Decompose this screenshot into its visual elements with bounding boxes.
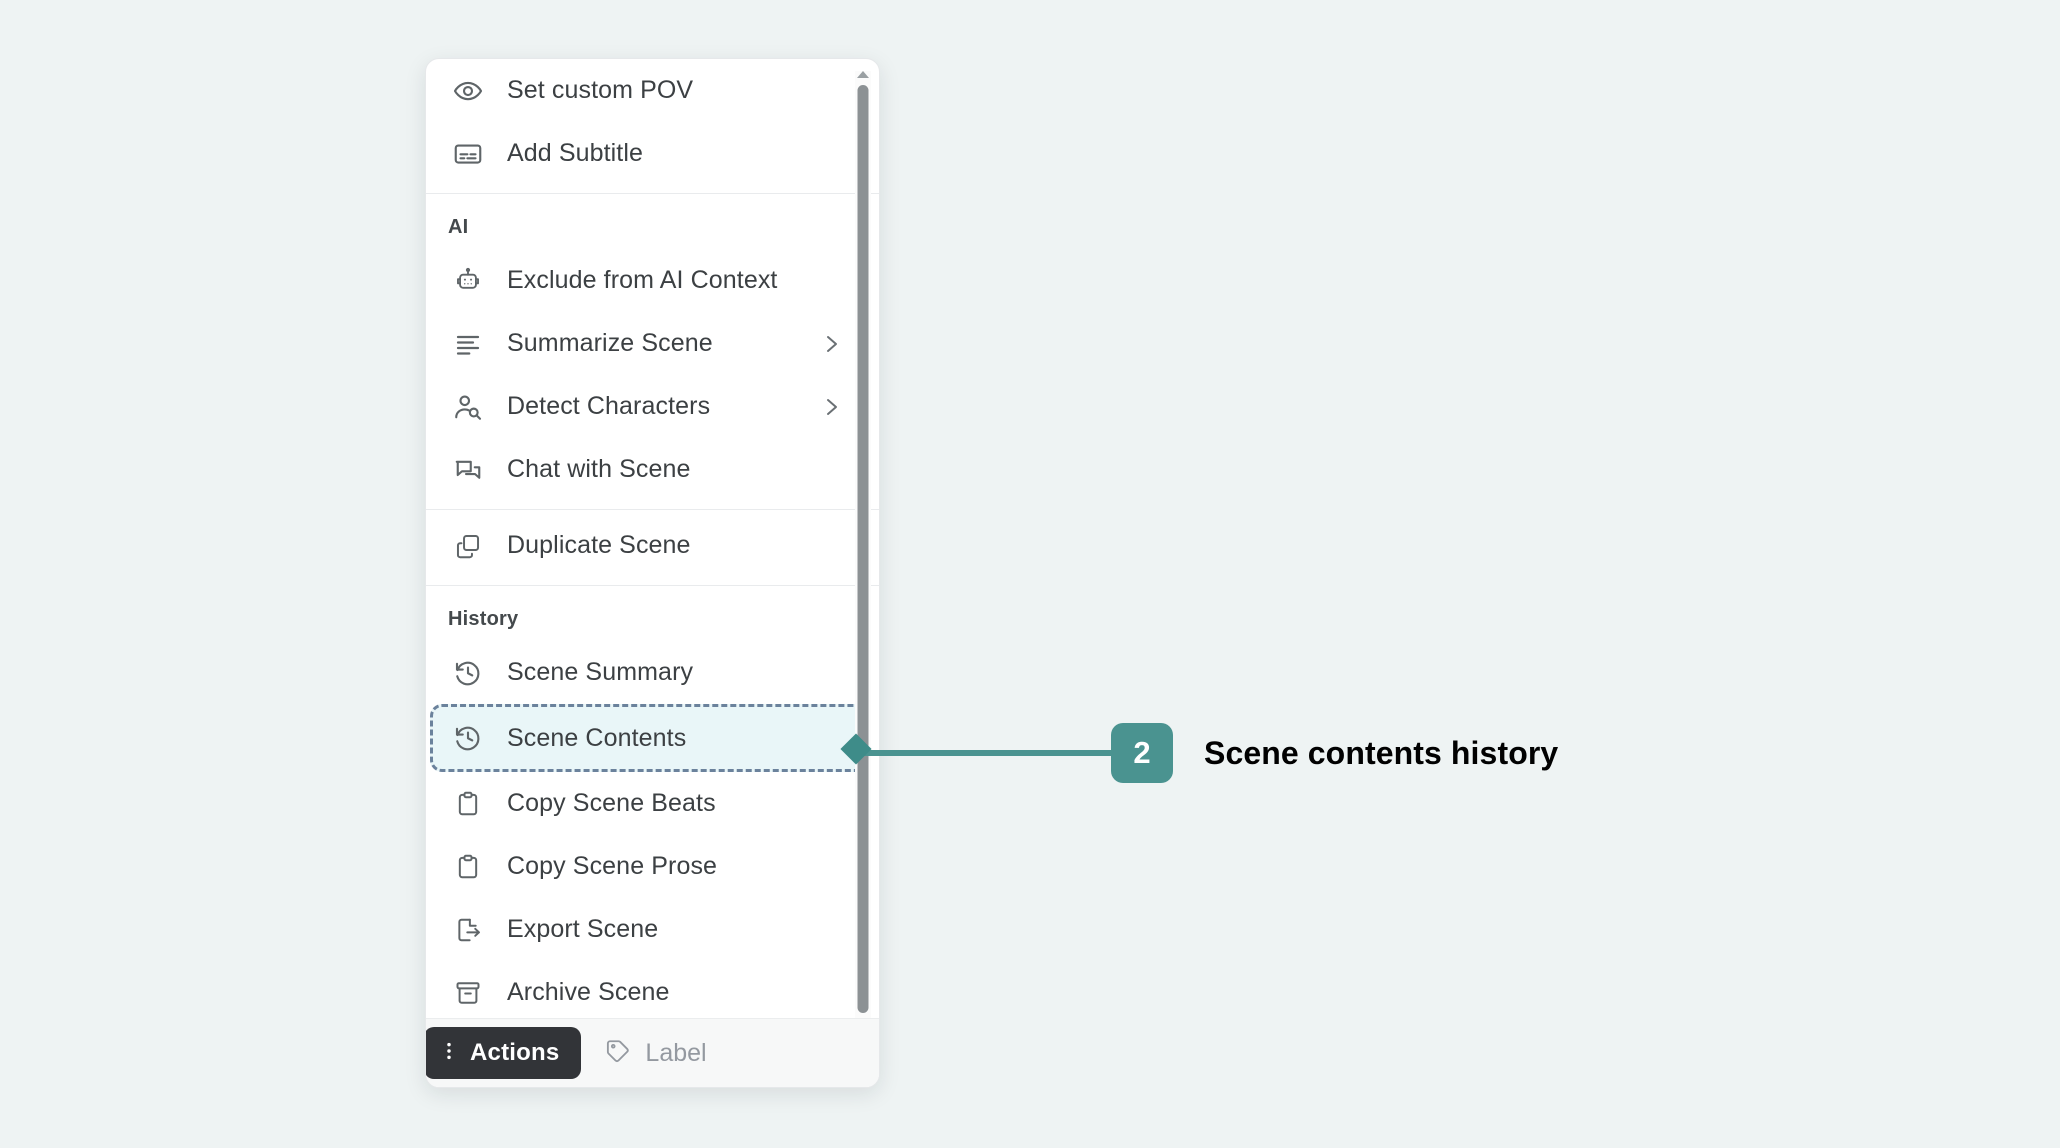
label-button-label: Label <box>645 1038 707 1067</box>
callout-connector-line <box>855 750 1120 756</box>
menu-item-label: Duplicate Scene <box>507 531 691 559</box>
menu-item-detect-characters[interactable]: Detect Characters <box>426 375 879 438</box>
vertical-dots-icon <box>438 1040 460 1067</box>
menu-item-list: Set custom POV Add Subtitle AI Exclude f… <box>426 59 879 1024</box>
callout-text: Scene contents history <box>1204 735 1559 771</box>
list-lines-icon <box>451 327 485 361</box>
menu-item-label: Set custom POV <box>507 76 694 104</box>
menu-item-copy-scene-beats[interactable]: Copy Scene Beats <box>426 772 879 835</box>
menu-item-summarize-scene[interactable]: Summarize Scene <box>426 312 879 375</box>
actions-button-label: Actions <box>470 1039 560 1066</box>
menu-item-label: Scene Summary <box>507 658 694 686</box>
menu-item-label: Exclude from AI Context <box>507 266 778 294</box>
menu-section-header-history: History <box>448 608 519 630</box>
chevron-right-icon <box>819 395 843 419</box>
history-clock-icon <box>451 721 485 755</box>
chat-bubbles-icon <box>451 453 485 487</box>
menu-item-label: Copy Scene Beats <box>507 789 716 817</box>
label-button[interactable]: Label <box>605 1038 707 1069</box>
subtitle-icon <box>451 137 485 171</box>
menu-item-set-custom-pov[interactable]: Set custom POV <box>426 59 879 122</box>
clipboard-icon <box>451 787 485 821</box>
menu-item-chat-with-scene[interactable]: Chat with Scene <box>426 438 879 501</box>
robot-icon <box>451 264 485 298</box>
scrollbar-thumb[interactable] <box>857 85 869 1013</box>
chevron-right-icon <box>819 332 843 356</box>
menu-item-add-subtitle[interactable]: Add Subtitle <box>426 122 879 185</box>
actions-button[interactable]: Actions <box>426 1027 582 1079</box>
menu-scrollbar[interactable] <box>855 71 871 1029</box>
menu-section-header-ai: AI <box>448 216 469 238</box>
menu-item-archive-scene[interactable]: Archive Scene <box>426 961 879 1024</box>
menu-scroll-viewport[interactable]: Set custom POV Add Subtitle AI Exclude f… <box>426 59 879 1041</box>
menu-item-export-scene[interactable]: Export Scene <box>426 898 879 961</box>
menu-item-label: Detect Characters <box>507 392 711 420</box>
menu-item-label: Scene Contents <box>507 723 687 752</box>
menu-item-duplicate-scene[interactable]: Duplicate Scene <box>426 514 879 577</box>
history-clock-icon <box>451 656 485 690</box>
menu-divider <box>426 509 879 510</box>
eye-icon <box>451 74 485 108</box>
menu-item-label: Export Scene <box>507 915 659 943</box>
menu-bottom-bar: Actions Label <box>426 1018 879 1087</box>
copy-icon <box>451 529 485 563</box>
export-file-icon <box>451 913 485 947</box>
menu-item-copy-scene-prose[interactable]: Copy Scene Prose <box>426 835 879 898</box>
clipboard-icon <box>451 850 485 884</box>
menu-item-label: Add Subtitle <box>507 139 644 167</box>
menu-item-label: Summarize Scene <box>507 329 713 357</box>
callout-number-badge: 2 <box>1111 723 1173 783</box>
menu-item-label: Chat with Scene <box>507 455 691 483</box>
menu-item-scene-summary[interactable]: Scene Summary <box>426 641 879 704</box>
menu-item-exclude-from-ai-context[interactable]: Exclude from AI Context <box>426 249 879 312</box>
menu-item-label: Archive Scene <box>507 978 670 1006</box>
menu-item-scene-contents[interactable]: Scene Contents <box>430 704 867 772</box>
archive-icon <box>451 976 485 1010</box>
person-search-icon <box>451 390 485 424</box>
tag-icon <box>605 1038 631 1069</box>
scene-context-menu: Set custom POV Add Subtitle AI Exclude f… <box>425 58 880 1088</box>
callout-number: 2 <box>1133 735 1151 770</box>
menu-item-label: Copy Scene Prose <box>507 852 718 880</box>
triangle-up-icon[interactable] <box>857 71 869 78</box>
